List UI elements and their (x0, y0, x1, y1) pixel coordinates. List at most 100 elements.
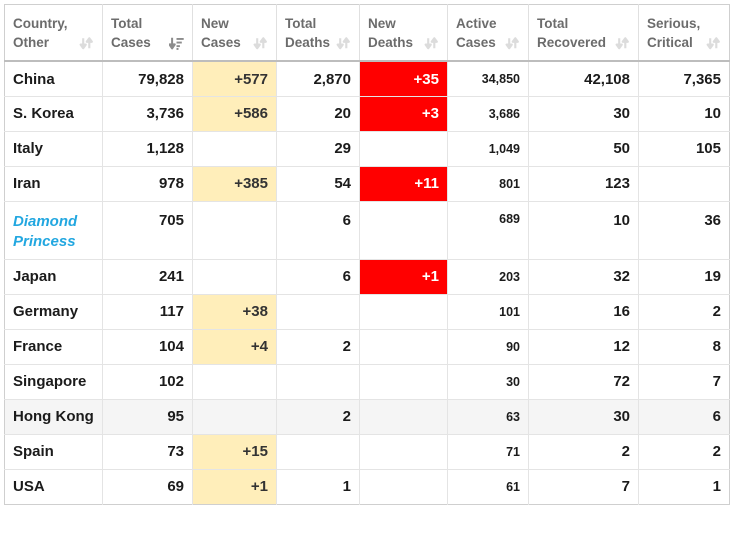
table-container: Country, Other Total Cases New Cases Total Deat… (0, 0, 733, 555)
cell-country: France (4, 329, 103, 365)
value-total-deaths: 6 (342, 268, 351, 286)
column-header-label-line2: Critical (647, 35, 693, 51)
country-name: USA (13, 478, 45, 496)
column-header-active-cases[interactable]: Active Cases (447, 4, 529, 63)
value-total-recovered: 12 (613, 338, 630, 356)
cell-new-cases (192, 399, 277, 435)
cell-active-cases: 61 (447, 469, 529, 505)
cell-new-cases (192, 201, 277, 260)
cell-active-cases: 63 (447, 399, 529, 435)
cell-active-cases: 30 (447, 364, 529, 400)
value-serious-critical: 7,365 (683, 70, 721, 88)
cell-total-recovered: 72 (528, 364, 639, 400)
value-total-cases: 3,736 (146, 105, 184, 123)
table-row[interactable]: Spain 73 +15 71 2 2 (4, 434, 730, 470)
table-row[interactable]: Singapore 102 30 72 7 (4, 364, 730, 400)
cell-total-deaths: 20 (276, 96, 360, 132)
table-row[interactable]: Italy 1,128 29 1,049 50 105 (4, 131, 730, 167)
cell-serious-critical: 10 (638, 96, 730, 132)
cell-total-recovered: 32 (528, 259, 639, 295)
sort-both-icon[interactable] (706, 36, 721, 51)
value-total-deaths: 20 (334, 105, 351, 123)
column-header-label-line1: Country, (13, 16, 68, 31)
column-header-label-line2: Cases (111, 35, 151, 51)
table-row[interactable]: S. Korea 3,736 +586 20 +3 3,686 30 10 (4, 96, 730, 132)
value-serious-critical: 6 (712, 408, 721, 426)
table-row[interactable]: Germany 117 +38 101 16 2 (4, 294, 730, 330)
cell-new-deaths (359, 294, 448, 330)
table-row[interactable]: Diamond Princess 705 6 689 10 36 (4, 201, 730, 260)
country-name: Spain (13, 443, 54, 461)
cell-new-cases: +586 (192, 96, 277, 132)
cell-serious-critical: 1 (639, 469, 730, 504)
cell-country: Iran (4, 166, 103, 202)
value-new-cases: +586 (234, 105, 268, 123)
value-active-cases: 71 (506, 444, 520, 459)
column-header-total-deaths[interactable]: Total Deaths (276, 4, 360, 63)
value-total-recovered: 123 (604, 175, 630, 193)
cell-new-deaths: +11 (359, 166, 448, 202)
table-row[interactable]: USA 69 +1 1 61 7 1 (4, 469, 730, 505)
table-row[interactable]: Hong Kong 95 2 63 30 6 (4, 399, 730, 435)
value-total-cases: 705 (158, 211, 184, 229)
cell-new-cases (192, 259, 277, 295)
column-header-label-line1: Total (537, 16, 569, 31)
column-header-label-line1: Total (285, 16, 317, 31)
cell-total-deaths: 2 (276, 329, 360, 365)
value-serious-critical: 8 (712, 338, 721, 356)
sort-both-icon[interactable] (505, 36, 520, 51)
country-name: Hong Kong (13, 408, 94, 426)
value-active-cases: 30 (506, 374, 520, 389)
cell-serious-critical: 7 (638, 364, 730, 400)
sort-both-icon[interactable] (79, 36, 94, 51)
column-header-new-cases[interactable]: New Cases (192, 4, 277, 63)
cell-total-cases: 95 (102, 399, 193, 435)
value-new-cases: +4 (250, 338, 268, 356)
column-header-new-deaths[interactable]: New Deaths (359, 4, 448, 63)
value-active-cases: 101 (499, 304, 520, 319)
column-header-total-cases[interactable]: Total Cases (102, 4, 193, 63)
column-header-inner: Total Recovered (537, 14, 630, 52)
cell-active-cases: 34,850 (447, 61, 529, 97)
country-link[interactable]: Diamond Princess (13, 212, 94, 252)
cell-new-deaths (359, 201, 448, 260)
cell-total-cases: 117 (102, 294, 193, 330)
value-new-deaths: +35 (413, 70, 439, 88)
value-total-recovered: 30 (613, 408, 630, 426)
cell-total-cases: 241 (102, 259, 193, 295)
cell-new-cases (192, 131, 277, 167)
cell-active-cases: 1,049 (447, 131, 529, 167)
cell-total-deaths (276, 364, 360, 400)
column-header-inner: Total Deaths (285, 14, 351, 52)
sort-amount-desc-icon[interactable] (169, 36, 184, 51)
value-total-recovered: 10 (613, 211, 630, 229)
value-total-cases: 102 (158, 373, 184, 391)
cell-new-deaths (359, 399, 448, 435)
value-new-cases: +38 (242, 303, 268, 321)
cell-total-deaths (276, 294, 360, 330)
value-new-deaths: +1 (421, 268, 439, 286)
country-name: France (13, 338, 63, 356)
table-row[interactable]: China 79,828 +577 2,870 +35 34,850 42,108 7,365 (4, 61, 730, 97)
table-row[interactable]: Japan 241 6 +1 203 32 19 (4, 259, 730, 295)
cell-serious-critical: 2 (638, 434, 730, 470)
table-row[interactable]: Iran 978 +385 54 +11 801 123 (4, 166, 730, 202)
cell-new-cases: +577 (192, 61, 277, 97)
cell-total-deaths: 2,870 (276, 61, 360, 97)
sort-both-icon[interactable] (615, 36, 630, 51)
cell-total-cases: 104 (102, 329, 193, 365)
column-header-serious-critical[interactable]: Serious, Critical (638, 4, 730, 63)
column-header-total-recovered[interactable]: Total Recovered (528, 4, 639, 63)
cell-country: S. Korea (4, 96, 103, 132)
sort-both-icon[interactable] (424, 36, 439, 51)
column-header-inner: Total Cases (111, 14, 184, 52)
cell-active-cases: 689 (447, 201, 529, 260)
sort-both-icon[interactable] (253, 36, 268, 51)
value-active-cases: 63 (506, 409, 520, 424)
value-active-cases: 90 (506, 339, 520, 354)
column-header-country-other[interactable]: Country, Other (4, 4, 103, 63)
table-row[interactable]: France 104 +4 2 90 12 8 (4, 329, 730, 365)
value-total-deaths: 2 (342, 338, 351, 356)
sort-both-icon[interactable] (336, 36, 351, 51)
value-total-deaths: 6 (342, 211, 351, 229)
